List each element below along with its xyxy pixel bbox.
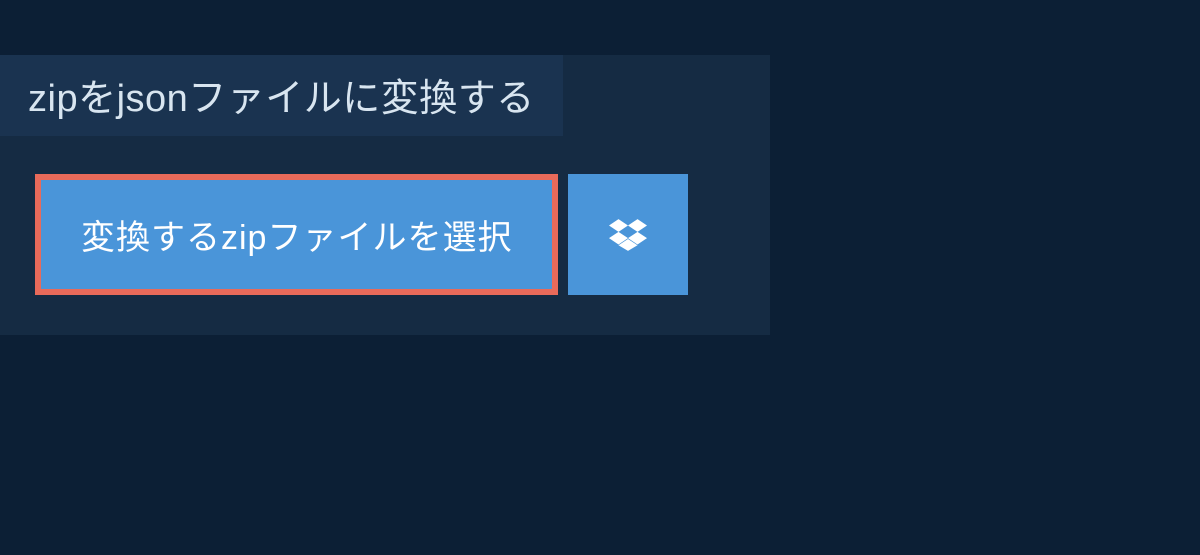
action-row: 変換するzipファイルを選択 (35, 174, 770, 295)
dropbox-button[interactable] (568, 174, 688, 295)
dropbox-icon (609, 216, 647, 254)
select-file-label: 変換するzipファイルを選択 (81, 210, 512, 259)
select-file-button[interactable]: 変換するzipファイルを選択 (35, 174, 558, 295)
converter-panel: zipをjsonファイルに変換する 変換するzipファイルを選択 (0, 55, 770, 335)
page-title: zipをjsonファイルに変換する (28, 67, 535, 122)
title-container: zipをjsonファイルに変換する (0, 55, 563, 136)
